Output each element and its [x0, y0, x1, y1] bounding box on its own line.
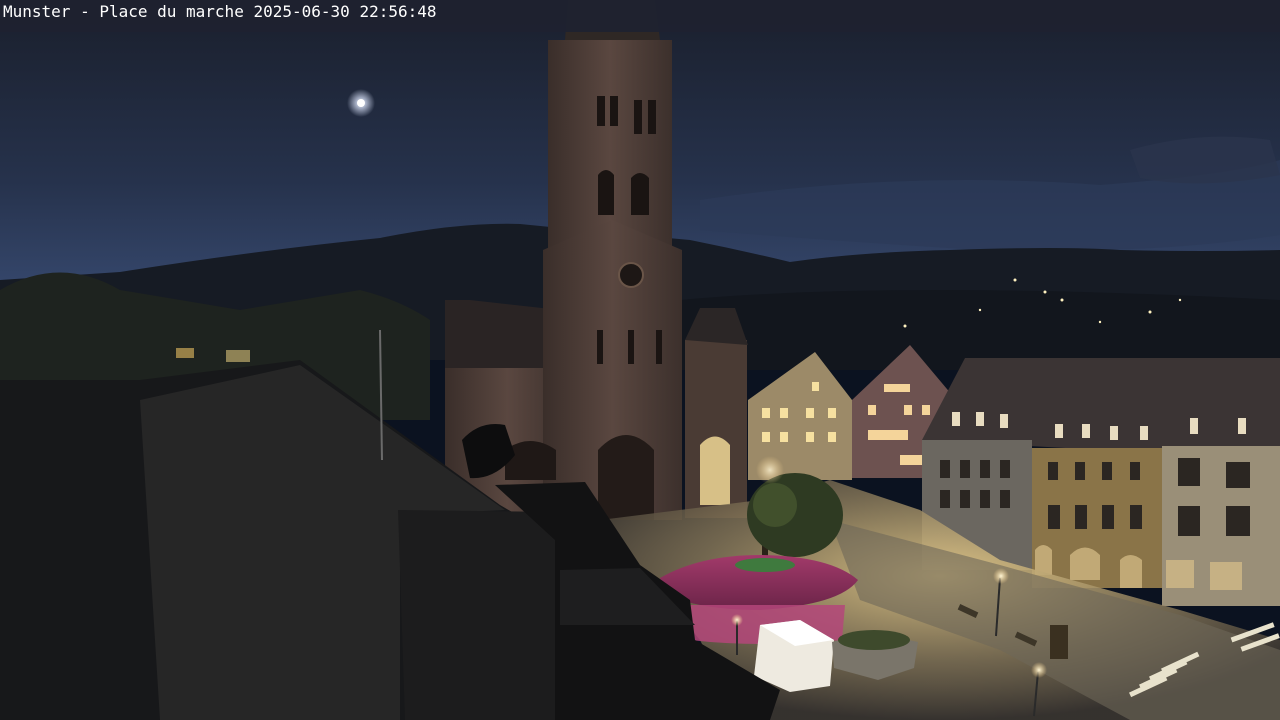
caption-date: 2025-06-30	[253, 2, 350, 21]
lit-window-left	[176, 348, 194, 358]
lit-window-left-2	[226, 350, 250, 362]
church-nave-roof	[445, 300, 560, 370]
church-left-arch	[505, 441, 556, 480]
church-portal	[598, 435, 654, 520]
timestamp-caption-bar: Munster - Place du marche 2025-06-30 22:…	[0, 0, 1280, 32]
moon-core	[357, 99, 365, 107]
church-tower-upper	[548, 40, 672, 250]
timestamp-caption: Munster - Place du marche 2025-06-30 22:…	[3, 2, 437, 22]
caption-time: 22:56:48	[359, 2, 437, 21]
church-side-arch	[700, 436, 730, 505]
notice-board	[1050, 625, 1068, 659]
planter-greenery	[838, 630, 910, 650]
foreground-chimney	[398, 510, 560, 720]
church-clock-icon	[618, 262, 644, 288]
webcam-scene	[0, 0, 1280, 720]
webcam-frame	[0, 0, 1280, 720]
carousel-top	[735, 558, 795, 572]
caption-location: Munster - Place du marche	[3, 2, 244, 21]
tree-canopy-highlight	[753, 483, 797, 527]
